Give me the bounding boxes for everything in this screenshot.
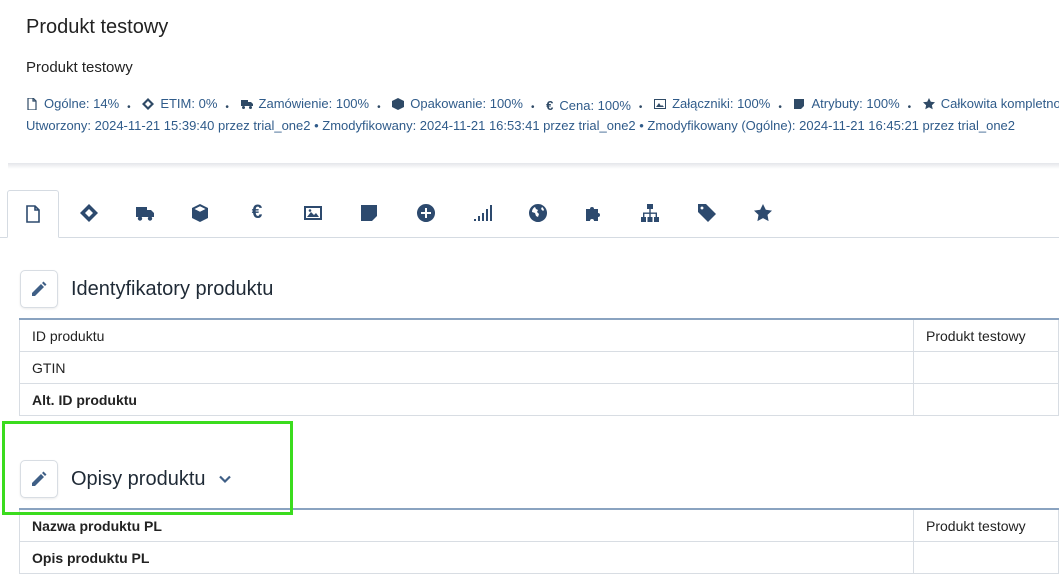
table-row: Opis produktu PL xyxy=(19,541,1059,574)
table-row: GTIN xyxy=(19,351,1059,384)
tab-favorites[interactable] xyxy=(738,190,788,236)
edit-identifiers-button[interactable] xyxy=(20,270,58,308)
stat-total[interactable]: Całkowita kompletność xyxy=(922,96,1059,111)
stat-price[interactable]: € Cena: 100% xyxy=(546,98,631,113)
row-value[interactable]: Produkt testowy xyxy=(913,319,1059,352)
stat-attachments[interactable]: Załączniki: 100% xyxy=(654,96,770,111)
pencil-icon xyxy=(32,281,47,296)
tab-etim[interactable] xyxy=(64,190,114,236)
chevron-down-icon[interactable] xyxy=(218,472,232,486)
puzzle-icon xyxy=(586,207,600,221)
pencil-icon xyxy=(32,471,47,486)
table-row: Nazwa produktu PL Produkt testowy xyxy=(19,509,1059,542)
stat-label: Opakowanie: 100% xyxy=(410,96,523,111)
row-key: ID produktu xyxy=(19,319,914,352)
file-icon xyxy=(26,205,40,223)
completeness-stats: Ogólne: 14% • ETIM: 0% • Zamówienie: 100… xyxy=(26,96,1059,113)
row-value[interactable] xyxy=(913,383,1059,416)
stat-general[interactable]: Ogólne: 14% xyxy=(26,96,119,111)
edit-descriptions-button[interactable] xyxy=(20,460,58,498)
row-value[interactable] xyxy=(913,351,1059,384)
star-icon xyxy=(754,204,772,222)
stat-order[interactable]: Zamówienie: 100% xyxy=(240,96,370,111)
euro-icon: € xyxy=(251,202,263,223)
tag-icon xyxy=(698,204,716,222)
tab-tags[interactable] xyxy=(682,190,732,236)
stat-label: ETIM: 0% xyxy=(160,96,218,111)
product-header: Produkt testowy Produkt testowy Ogólne: … xyxy=(0,0,1059,163)
tab-order[interactable] xyxy=(120,190,170,236)
section-header-descriptions: Opisy produktu xyxy=(20,460,232,498)
row-key: GTIN xyxy=(19,351,914,384)
tab-price[interactable]: € xyxy=(232,190,282,236)
section-title: Opisy produktu xyxy=(71,467,206,490)
tab-bar: € xyxy=(0,190,1059,238)
etim-icon xyxy=(80,204,98,222)
image-icon xyxy=(654,98,667,109)
stat-label: Atrybuty: 100% xyxy=(811,96,900,111)
stat-label: Załączniki: 100% xyxy=(672,96,771,111)
tab-modules[interactable] xyxy=(569,190,619,236)
plus-circle-icon xyxy=(417,204,436,222)
file-icon xyxy=(27,97,37,110)
tab-structure[interactable] xyxy=(625,190,675,236)
row-key: Opis produktu PL xyxy=(19,541,914,574)
tab-packaging[interactable] xyxy=(175,190,225,236)
audit-info: Utworzony: 2024-11-21 15:39:40 przez tri… xyxy=(26,118,1016,133)
globe-icon xyxy=(529,204,548,222)
page-subtitle: Produkt testowy xyxy=(26,59,133,76)
section-header-identifiers: Identyfikatory produktu xyxy=(20,270,273,308)
table-row: Alt. ID produktu xyxy=(19,383,1059,416)
tab-general[interactable] xyxy=(7,190,59,238)
truck-icon xyxy=(136,207,154,221)
stat-etim[interactable]: ETIM: 0% xyxy=(142,96,217,111)
tab-signal[interactable] xyxy=(457,190,507,236)
star-icon xyxy=(922,97,935,109)
row-key: Nazwa produktu PL xyxy=(19,509,914,542)
page-title: Produkt testowy xyxy=(26,16,169,38)
section-title: Identyfikatory produktu xyxy=(71,277,274,300)
tab-attributes[interactable] xyxy=(344,190,394,236)
note-icon xyxy=(794,98,805,109)
euro-icon: € xyxy=(546,97,554,113)
tab-attachments[interactable] xyxy=(288,190,338,236)
etim-icon xyxy=(142,97,155,110)
stat-attributes[interactable]: Atrybuty: 100% xyxy=(793,96,900,111)
stat-packaging[interactable]: Opakowanie: 100% xyxy=(392,96,523,111)
row-key: Alt. ID produktu xyxy=(19,383,914,416)
stat-label: Zamówienie: 100% xyxy=(258,96,370,111)
note-icon xyxy=(361,205,377,221)
image-icon xyxy=(304,206,322,220)
row-value[interactable]: Produkt testowy xyxy=(913,509,1059,542)
stat-label: Ogólne: 14% xyxy=(44,96,120,111)
truck-icon xyxy=(240,99,253,109)
stat-label: Całkowita kompletność xyxy=(940,96,1059,111)
signal-icon xyxy=(474,205,492,221)
tab-additional[interactable] xyxy=(401,190,451,236)
row-value[interactable] xyxy=(913,541,1059,574)
descriptions-table: Nazwa produktu PL Produkt testowy Opis p… xyxy=(19,508,1059,574)
stat-label: Cena: 100% xyxy=(559,97,631,113)
box-icon xyxy=(392,97,405,110)
identifiers-table: ID produktu Produkt testowy GTIN Alt. ID… xyxy=(19,318,1059,416)
header-divider xyxy=(8,163,1059,169)
box-icon xyxy=(192,204,208,222)
sitemap-icon xyxy=(641,204,659,222)
table-row: ID produktu Produkt testowy xyxy=(19,319,1059,352)
tab-globe[interactable] xyxy=(513,190,563,236)
